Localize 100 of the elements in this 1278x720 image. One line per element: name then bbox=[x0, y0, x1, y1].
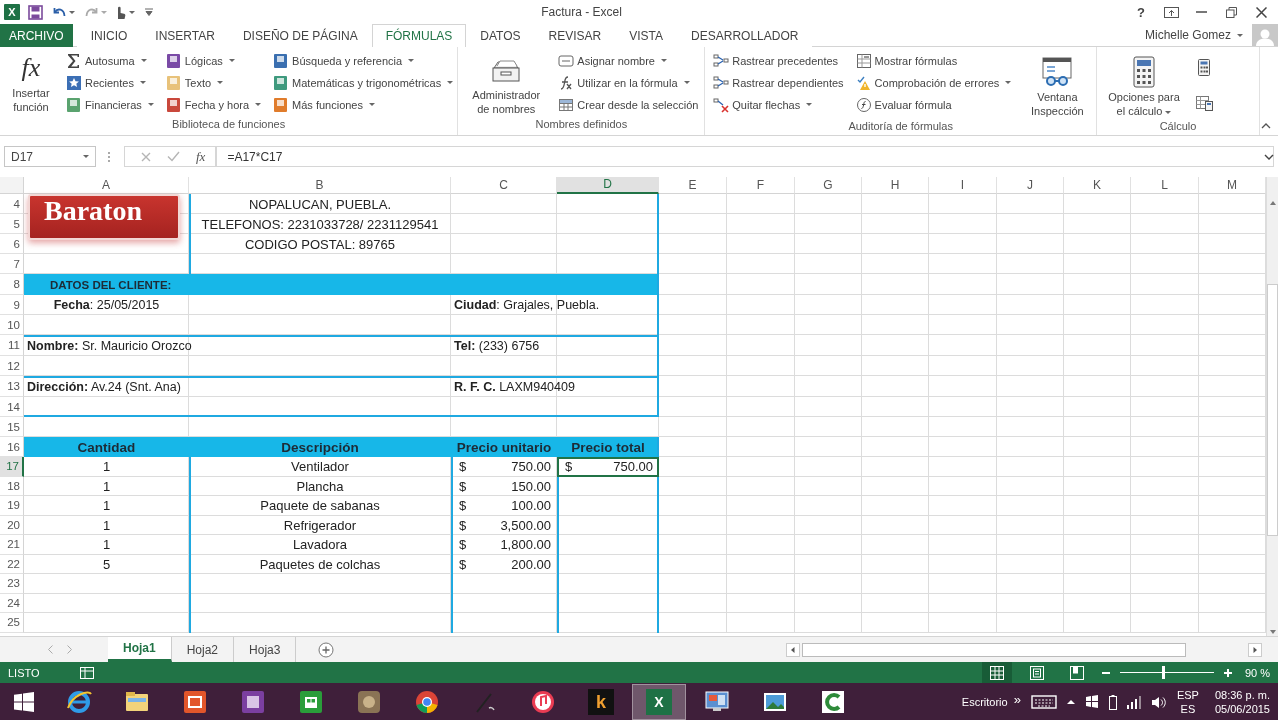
spreadsheet-cell[interactable]: $ 1,800.00 bbox=[451, 535, 557, 555]
row-header[interactable]: 10 bbox=[0, 315, 24, 335]
more-button[interactable]: » bbox=[1013, 692, 1021, 707]
clock-time[interactable]: 08:36 p. m. bbox=[1214, 688, 1270, 702]
taskbar-app-button[interactable]: k bbox=[574, 684, 628, 720]
spreadsheet-cell[interactable]: 5 bbox=[24, 554, 189, 574]
spreadsheet-cell[interactable] bbox=[557, 476, 659, 496]
battery-icon[interactable] bbox=[1108, 694, 1117, 710]
name-box[interactable]: D17 bbox=[4, 146, 96, 167]
scroll-right-icon[interactable] bbox=[1248, 642, 1262, 657]
ribbon-button[interactable]: Recientes bbox=[64, 72, 156, 93]
ribbon-button[interactable]: Lógicas bbox=[163, 50, 264, 71]
vertical-scrollbar[interactable] bbox=[1266, 177, 1278, 636]
row-header[interactable]: 11 bbox=[0, 335, 24, 356]
spreadsheet-cell[interactable]: Paquetes de colchas bbox=[189, 554, 451, 574]
spreadsheet-cell[interactable] bbox=[557, 613, 659, 633]
spreadsheet-cell[interactable]: DATOS DEL CLIENTE: bbox=[24, 274, 189, 295]
clock-date[interactable]: 05/06/2015 bbox=[1214, 702, 1270, 716]
row-header[interactable]: 6 bbox=[0, 234, 24, 254]
scroll-left-icon[interactable] bbox=[786, 642, 800, 657]
taskbar-app-button[interactable]: X bbox=[632, 684, 686, 720]
column-header[interactable]: A bbox=[24, 177, 189, 194]
spreadsheet-cell[interactable]: Refrigerador bbox=[189, 515, 451, 535]
spreadsheet-cell[interactable]: R. F. C. LAXM940409 bbox=[451, 376, 659, 397]
ribbon-button[interactable]: Rastrear dependientes bbox=[711, 72, 846, 93]
ribbon-button[interactable]: fx Insertar función bbox=[6, 50, 56, 116]
column-header[interactable]: F bbox=[727, 177, 795, 194]
column-header[interactable]: J bbox=[997, 177, 1064, 194]
row-header[interactable]: 23 bbox=[0, 574, 24, 594]
spreadsheet-cell[interactable]: NOPALUCAN, PUEBLA. bbox=[189, 194, 451, 214]
sheet-tab[interactable]: Hoja1 bbox=[108, 637, 172, 662]
signal-icon[interactable] bbox=[1126, 695, 1142, 709]
up-arrow-icon[interactable] bbox=[1066, 700, 1075, 704]
spreadsheet-cell[interactable]: 1 bbox=[24, 457, 189, 477]
row-header[interactable]: 25 bbox=[0, 613, 24, 633]
column-header[interactable]: C bbox=[451, 177, 557, 194]
spreadsheet-cell[interactable]: $ 100.00 bbox=[451, 496, 557, 516]
spreadsheet-cell[interactable] bbox=[557, 274, 659, 295]
spreadsheet-cell[interactable]: Precio total bbox=[557, 437, 659, 457]
ribbon-button[interactable]: Utilizar en la fórmula bbox=[556, 72, 701, 93]
language-code[interactable]: ESP bbox=[1176, 688, 1199, 702]
spreadsheet-cell[interactable] bbox=[557, 397, 659, 417]
scrollbar-thumb[interactable] bbox=[802, 642, 1186, 657]
spreadsheet-cell[interactable] bbox=[557, 496, 659, 516]
macro-record-icon[interactable] bbox=[79, 666, 94, 679]
spreadsheet-cell[interactable]: CODIGO POSTAL: 89765 bbox=[189, 234, 451, 254]
ribbon-button[interactable]: Evaluar fórmula bbox=[853, 94, 1014, 115]
keyboard-icon[interactable] bbox=[1030, 695, 1057, 709]
spreadsheet-cell[interactable]: Dirección: Av.24 (Snt. Ana) bbox=[24, 376, 451, 397]
scroll-down-icon[interactable] bbox=[1269, 630, 1276, 634]
column-header[interactable]: G bbox=[795, 177, 862, 194]
ribbon-button[interactable]: Búsqueda y referencia bbox=[271, 50, 456, 71]
spreadsheet-cell[interactable] bbox=[557, 574, 659, 594]
row-header[interactable]: 21 bbox=[0, 535, 24, 555]
zoom-level[interactable]: 90 % bbox=[1242, 666, 1270, 679]
spreadsheet-cell[interactable]: TELEFONOS: 2231033728/ 2231129541 bbox=[189, 214, 451, 234]
ribbon-button[interactable]: Matemáticas y trigonométricas bbox=[271, 72, 456, 93]
row-header[interactable]: 13 bbox=[0, 376, 24, 397]
scrollbar-thumb[interactable] bbox=[1267, 283, 1278, 536]
normal-view-button[interactable] bbox=[982, 662, 1012, 683]
row-header[interactable]: 8 bbox=[0, 274, 24, 295]
ribbon-button[interactable]: Quitar flechas bbox=[711, 94, 846, 115]
spreadsheet-cell[interactable]: $ 3,500.00 bbox=[451, 515, 557, 535]
file-tab[interactable]: ARCHIVO bbox=[0, 24, 73, 47]
spreadsheet-cell[interactable]: Descripción bbox=[189, 437, 451, 457]
keyboard-layout[interactable]: ES bbox=[1180, 702, 1196, 716]
spreadsheet-cell[interactable]: 1 bbox=[24, 515, 189, 535]
spreadsheet-cell[interactable]: Fecha: 25/05/2015 bbox=[24, 295, 189, 315]
spreadsheet-cell[interactable]: Tel: (233) 6756 bbox=[451, 335, 659, 356]
spreadsheet-cell[interactable]: Plancha bbox=[189, 476, 451, 496]
ribbon-button[interactable]: Mostrar fórmulas bbox=[853, 50, 1014, 71]
help-button[interactable]: ? bbox=[1128, 2, 1154, 22]
row-header[interactable]: 7 bbox=[0, 254, 24, 274]
ribbon-button[interactable]: Asignar nombre bbox=[556, 50, 701, 71]
ribbon-button[interactable]: Opciones para el cálculo bbox=[1103, 50, 1185, 120]
zoom-out-button[interactable] bbox=[1102, 671, 1110, 674]
spreadsheet-cell[interactable]: $ 750.00 bbox=[451, 457, 557, 477]
ribbon-button[interactable]: Comprobación de errores bbox=[853, 72, 1014, 93]
spreadsheet-cell[interactable]: $ 150.00 bbox=[451, 476, 557, 496]
row-header[interactable]: 22 bbox=[0, 554, 24, 574]
spreadsheet-cell[interactable]: 1 bbox=[24, 476, 189, 496]
spreadsheet-cell[interactable]: Ciudad: Grajales, Puebla. bbox=[451, 295, 659, 315]
spreadsheet-cell[interactable]: Precio unitario bbox=[451, 437, 557, 457]
ribbon-button[interactable]: Financieras bbox=[64, 94, 156, 115]
toolbar-label[interactable]: Escritorio bbox=[961, 696, 1008, 708]
row-header[interactable]: 12 bbox=[0, 356, 24, 376]
ribbon-button[interactable]: Autosuma bbox=[64, 50, 156, 71]
ribbon-button[interactable]: Ventana Inspección bbox=[1021, 50, 1094, 120]
column-header[interactable]: I bbox=[929, 177, 997, 194]
column-header[interactable]: K bbox=[1064, 177, 1131, 194]
zoom-in-button[interactable] bbox=[1224, 668, 1232, 677]
spreadsheet-cell[interactable]: Ventilador bbox=[189, 457, 451, 477]
ribbon-button[interactable]: Texto bbox=[163, 72, 264, 93]
ribbon-button[interactable]: Fecha y hora bbox=[163, 94, 264, 115]
formula-field[interactable]: =A17*C17 bbox=[216, 146, 1274, 167]
speaker-icon[interactable] bbox=[1151, 695, 1167, 709]
ribbon-button[interactable]: Más funciones bbox=[271, 94, 456, 115]
row-header[interactable]: 15 bbox=[0, 417, 24, 437]
user-name[interactable]: Michelle Gomez bbox=[1144, 28, 1231, 42]
zoom-slider-thumb[interactable] bbox=[1162, 666, 1166, 679]
